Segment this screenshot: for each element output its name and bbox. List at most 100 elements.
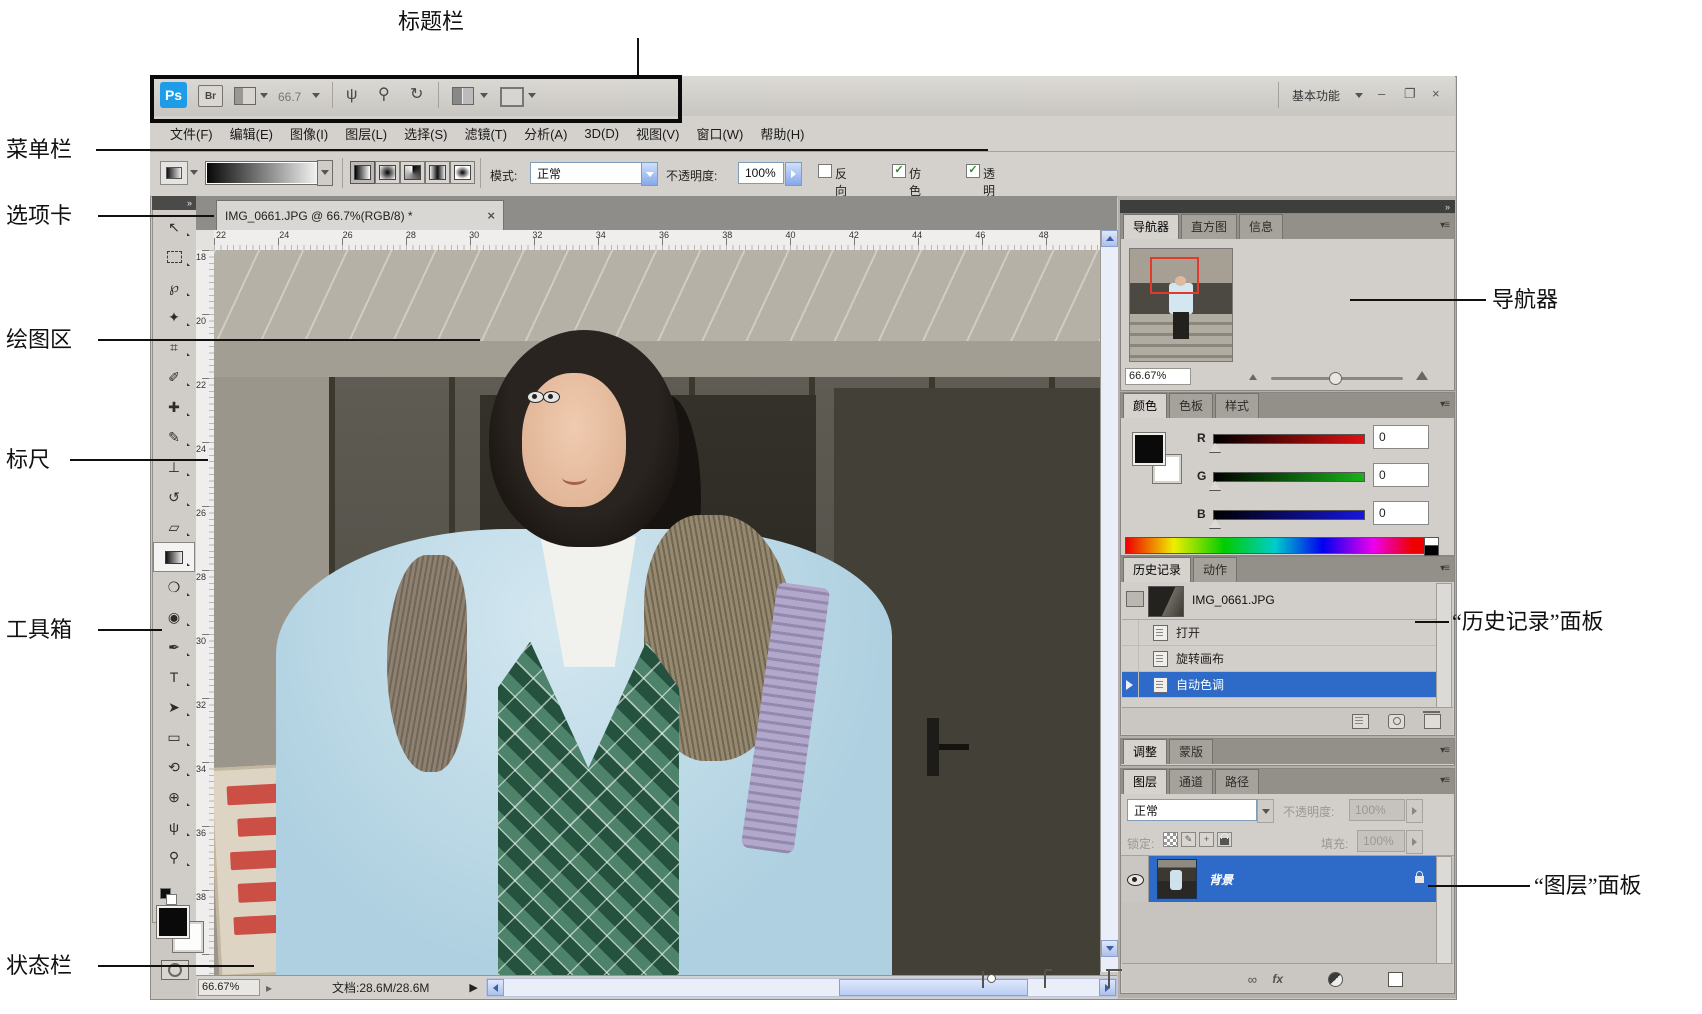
add-mask-icon[interactable] bbox=[982, 971, 984, 988]
tab-adjustments[interactable]: 调整 bbox=[1123, 739, 1168, 764]
zoom-out-icon[interactable] bbox=[1249, 374, 1257, 380]
channel-bar-G[interactable] bbox=[1213, 472, 1365, 482]
clone-stamp-tool[interactable]: ⊥ bbox=[153, 452, 195, 482]
scroll-up-icon[interactable] bbox=[1101, 230, 1118, 247]
opacity-slider-button[interactable] bbox=[785, 162, 802, 186]
visibility-cell[interactable] bbox=[1122, 856, 1149, 902]
history-state-auto-tone[interactable]: 自动色调 bbox=[1122, 672, 1438, 698]
menu-analysis[interactable]: 分析(A) bbox=[524, 124, 567, 143]
tab-masks[interactable]: 蒙版 bbox=[1169, 739, 1214, 764]
panel-scrollbar[interactable] bbox=[1436, 583, 1452, 710]
new-group-icon[interactable] bbox=[1044, 971, 1046, 988]
path-selection-tool[interactable]: ➤ bbox=[153, 692, 195, 722]
type-tool[interactable]: T bbox=[153, 662, 195, 692]
gradient-picker-button[interactable] bbox=[317, 160, 333, 186]
3d-rotate-tool[interactable]: ⟲ bbox=[153, 752, 195, 782]
panel-menu-icon[interactable]: ▾≡ bbox=[1440, 563, 1450, 574]
status-zoom-field[interactable]: 66.67% bbox=[198, 979, 260, 996]
pen-tool[interactable]: ✒ bbox=[153, 632, 195, 662]
blur-tool[interactable]: ❍ bbox=[153, 572, 195, 602]
tab-histogram[interactable]: 直方图 bbox=[1181, 214, 1238, 239]
scrollbar-thumb[interactable] bbox=[839, 979, 1028, 996]
foreground-color-swatch[interactable] bbox=[1133, 433, 1165, 465]
gradient-preview[interactable] bbox=[205, 161, 319, 185]
lock-position-icon[interactable]: + bbox=[1199, 832, 1214, 847]
menu-file[interactable]: 文件(F) bbox=[170, 124, 213, 143]
adjustment-layer-icon[interactable] bbox=[1328, 972, 1343, 987]
menu-window[interactable]: 窗口(W) bbox=[696, 124, 743, 143]
tab-close-icon[interactable]: × bbox=[487, 208, 495, 223]
layer-name[interactable]: 背景 bbox=[1209, 871, 1233, 888]
blend-caret[interactable] bbox=[1257, 799, 1274, 823]
delete-layer-icon[interactable] bbox=[1108, 971, 1110, 988]
restore-button[interactable]: ❐ bbox=[1404, 86, 1416, 102]
tab-color[interactable]: 颜色 bbox=[1123, 393, 1168, 418]
layer-thumbnail[interactable] bbox=[1157, 859, 1197, 899]
menu-3d[interactable]: 3D(D) bbox=[584, 126, 619, 141]
3d-orbit-tool[interactable]: ⊕ bbox=[153, 782, 195, 812]
document-tab[interactable]: IMG_0661.JPG @ 66.7%(RGB/8) * × bbox=[216, 200, 504, 230]
horizontal-scrollbar[interactable] bbox=[485, 978, 1117, 997]
eyedropper-tool[interactable]: ✐ bbox=[153, 362, 195, 392]
close-button[interactable]: × bbox=[1432, 86, 1440, 101]
eye-icon[interactable] bbox=[1127, 874, 1144, 886]
status-caret-icon[interactable]: ▸ bbox=[266, 981, 272, 995]
healing-brush-tool[interactable]: ✚ bbox=[153, 392, 195, 422]
quick-mask-button[interactable] bbox=[161, 960, 189, 980]
zoom-tool[interactable]: ⚲ bbox=[153, 842, 195, 872]
channel-value-field[interactable]: 0 bbox=[1373, 425, 1429, 449]
channel-slider-thumb[interactable] bbox=[1209, 481, 1221, 490]
zoom-in-icon[interactable] bbox=[1416, 371, 1428, 380]
scroll-left-icon[interactable] bbox=[486, 979, 504, 996]
channel-bar-B[interactable] bbox=[1213, 510, 1365, 520]
tab-actions[interactable]: 动作 bbox=[1193, 557, 1238, 582]
history-brush-tool[interactable]: ↺ bbox=[153, 482, 195, 512]
chevron-down-icon[interactable] bbox=[190, 170, 198, 175]
slider-thumb[interactable] bbox=[1329, 372, 1342, 385]
reverse-checkbox[interactable] bbox=[818, 164, 832, 178]
linear-gradient-button[interactable] bbox=[350, 161, 375, 184]
panel-menu-icon[interactable]: ▾≡ bbox=[1440, 775, 1450, 786]
hand-tool[interactable]: ψ bbox=[153, 812, 195, 842]
shape-tool[interactable]: ▭ bbox=[153, 722, 195, 752]
new-layer-icon[interactable] bbox=[1388, 972, 1403, 987]
tab-layers[interactable]: 图层 bbox=[1123, 769, 1168, 794]
channel-slider-thumb[interactable] bbox=[1209, 519, 1221, 528]
channel-bar-R[interactable] bbox=[1213, 434, 1365, 444]
horizontal-ruler[interactable]: 22 24 26 28 30 32 34 36 38 40 42 44 46 48 bbox=[214, 230, 1100, 251]
layer-blend-mode-select[interactable]: 正常 bbox=[1127, 799, 1257, 821]
tab-paths[interactable]: 路径 bbox=[1215, 769, 1260, 794]
dock-collapse-button[interactable]: » bbox=[1120, 200, 1455, 213]
tab-swatches[interactable]: 色板 bbox=[1169, 393, 1214, 418]
lock-image-icon[interactable]: ✎ bbox=[1181, 832, 1196, 847]
gradient-tool[interactable] bbox=[153, 542, 195, 572]
spectrum-black-swatch[interactable] bbox=[1424, 545, 1439, 556]
menu-view[interactable]: 视图(V) bbox=[636, 124, 679, 143]
history-state-rotate-canvas[interactable]: 旋转画布 bbox=[1122, 646, 1438, 672]
navigator-zoom-field[interactable]: 66.67% bbox=[1125, 368, 1191, 385]
transparency-checkbox[interactable]: ✓ bbox=[966, 164, 980, 178]
reflected-gradient-button[interactable] bbox=[425, 161, 450, 184]
tab-channels[interactable]: 通道 bbox=[1169, 769, 1214, 794]
foreground-color-swatch[interactable] bbox=[157, 906, 189, 938]
menu-edit[interactable]: 编辑(E) bbox=[230, 124, 273, 143]
dodge-tool[interactable]: ◉ bbox=[153, 602, 195, 632]
tab-history[interactable]: 历史记录 bbox=[1123, 557, 1192, 582]
layer-row-background[interactable]: 背景 bbox=[1122, 856, 1438, 902]
new-snapshot-icon[interactable] bbox=[1388, 714, 1405, 729]
history-source-column[interactable] bbox=[1122, 672, 1139, 697]
lock-all-icon[interactable] bbox=[1217, 832, 1232, 847]
lasso-tool[interactable]: ℘ bbox=[153, 272, 195, 302]
quick-selection-tool[interactable]: ✦ bbox=[153, 302, 195, 332]
diamond-gradient-button[interactable] bbox=[450, 161, 475, 184]
eraser-tool[interactable]: ▱ bbox=[153, 512, 195, 542]
history-source-column[interactable] bbox=[1122, 646, 1139, 671]
tab-styles[interactable]: 样式 bbox=[1215, 393, 1260, 418]
panel-menu-icon[interactable]: ▾≡ bbox=[1440, 745, 1450, 756]
dither-checkbox[interactable]: ✓ bbox=[892, 164, 906, 178]
status-expand-icon[interactable]: ▶ bbox=[469, 981, 477, 994]
navigator-thumbnail[interactable] bbox=[1129, 248, 1233, 362]
menu-layer[interactable]: 图层(L) bbox=[345, 124, 387, 143]
brush-tool[interactable]: ✎ bbox=[153, 422, 195, 452]
lock-transparent-icon[interactable] bbox=[1163, 832, 1178, 847]
